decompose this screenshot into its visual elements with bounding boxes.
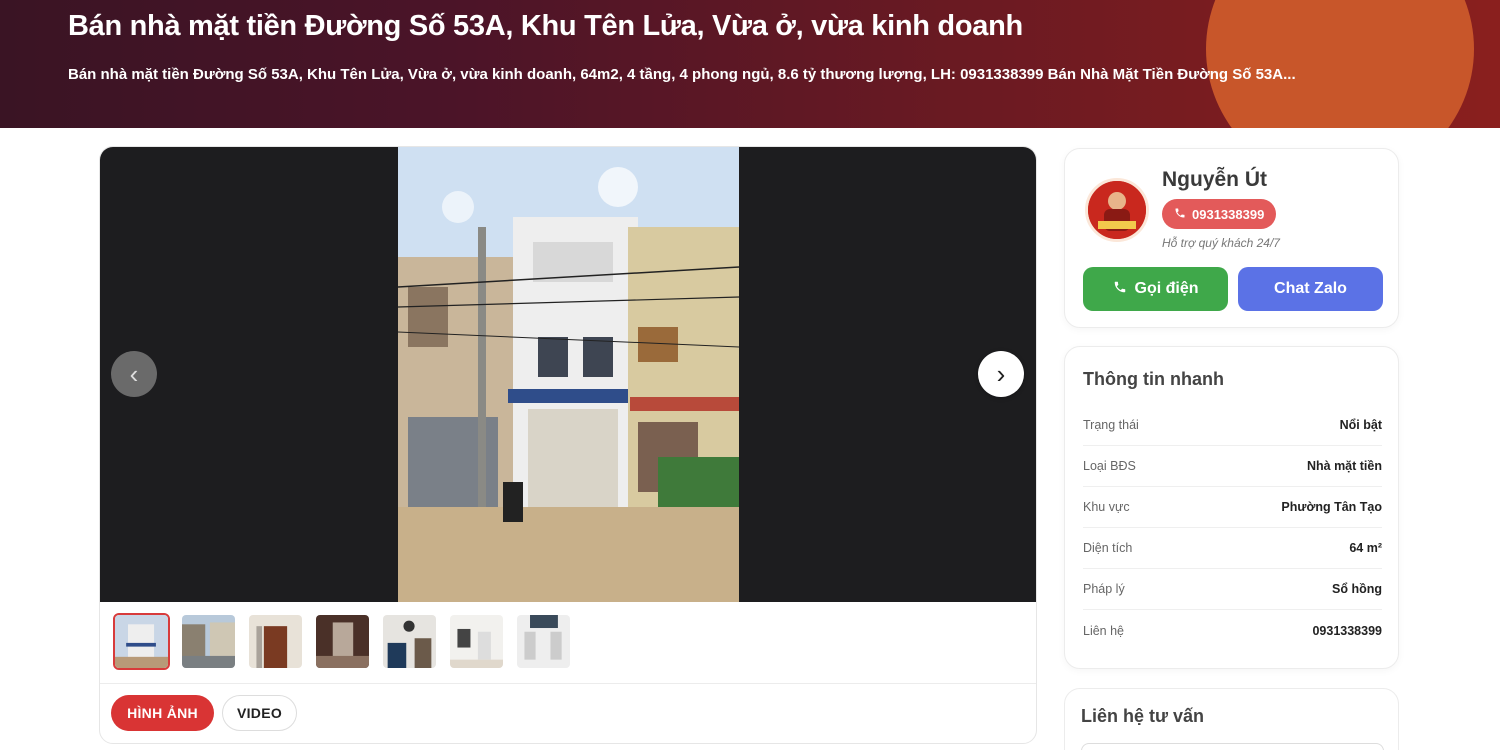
page-summary: Bán nhà mặt tiền Đường Số 53A, Khu Tên L… — [68, 66, 1296, 83]
chat-zalo-button[interactable]: Chat Zalo — [1238, 267, 1383, 311]
house-photo-image — [398, 147, 739, 602]
tab-video[interactable]: VIDEO — [222, 695, 297, 731]
gallery-viewer: ‹ › — [100, 147, 1036, 602]
info-key: Trạng thái — [1083, 418, 1139, 432]
info-value: Nổi bật — [1339, 418, 1382, 432]
agent-phone-number: 0931338399 — [1192, 206, 1265, 222]
thumbnail-7[interactable] — [515, 613, 572, 670]
info-row-status: Trạng thái Nổi bật — [1083, 405, 1382, 446]
info-key: Pháp lý — [1083, 582, 1125, 596]
thumbnail-5[interactable] — [381, 613, 438, 670]
tab-images[interactable]: HÌNH ẢNH — [111, 695, 214, 731]
phone-icon — [1174, 207, 1186, 222]
info-row-type: Loại BĐS Nhà mặt tiền — [1083, 446, 1382, 487]
agent-name: Nguyễn Út — [1162, 168, 1267, 191]
main-photo[interactable] — [398, 147, 739, 602]
gallery-next-button[interactable]: › — [978, 351, 1024, 397]
info-row-contact: Liên hệ 0931338399 — [1083, 610, 1382, 651]
info-value: Nhà mặt tiền — [1306, 459, 1382, 473]
support-text: Hỗ trợ quý khách 24/7 — [1162, 236, 1280, 250]
thumbnail-2[interactable] — [180, 613, 237, 670]
info-row-legal: Pháp lý Sổ hồng — [1083, 569, 1382, 610]
info-value: Phường Tân Tạo — [1281, 500, 1382, 514]
info-key: Khu vực — [1083, 500, 1130, 514]
phone-icon — [1113, 280, 1127, 299]
quick-info-list: Trạng thái Nổi bật Loại BĐS Nhà mặt tiền… — [1083, 405, 1382, 651]
call-button-label: Gọi điện — [1134, 280, 1199, 297]
thumbnail-4[interactable] — [314, 613, 371, 670]
quick-info-card: Thông tin nhanh Trạng thái Nổi bật Loại … — [1064, 346, 1399, 669]
info-value: 0931338399 — [1312, 623, 1382, 638]
agent-card: Nguyễn Út 0931338399 Hỗ trợ quý khách 24… — [1064, 148, 1399, 328]
thumbnail-6[interactable] — [448, 613, 505, 670]
gallery-divider — [100, 683, 1036, 684]
decorative-circle — [1206, 0, 1474, 128]
avatar — [1085, 178, 1149, 242]
page-title: Bán nhà mặt tiền Đường Số 53A, Khu Tên L… — [68, 10, 1023, 42]
quick-info-title: Thông tin nhanh — [1083, 369, 1224, 389]
contact-title: Liên hệ tư vấn — [1081, 706, 1205, 726]
info-value: 64 m² — [1349, 541, 1382, 555]
agent-portrait-image — [1088, 181, 1146, 239]
call-button[interactable]: Gọi điện — [1083, 267, 1228, 311]
thumbnail-1[interactable] — [113, 613, 170, 670]
contact-name-input[interactable] — [1081, 743, 1384, 750]
agent-phone-button[interactable]: 0931338399 — [1162, 199, 1277, 229]
thumbnail-strip — [113, 613, 572, 670]
info-key: Diện tích — [1083, 541, 1133, 555]
contact-form-card: Liên hệ tư vấn — [1064, 688, 1399, 750]
info-key: Liên hệ — [1083, 623, 1125, 638]
info-row-area: Khu vực Phường Tân Tạo — [1083, 487, 1382, 528]
page-header-banner: Bán nhà mặt tiền Đường Số 53A, Khu Tên L… — [0, 0, 1500, 128]
info-key: Loại BĐS — [1083, 459, 1136, 473]
info-value: Sổ hồng — [1332, 582, 1382, 596]
gallery-prev-button[interactable]: ‹ — [111, 351, 157, 397]
image-gallery: ‹ › HÌNH ẢNH VIDEO — [99, 146, 1037, 744]
thumbnail-3[interactable] — [247, 613, 304, 670]
info-row-size: Diện tích 64 m² — [1083, 528, 1382, 569]
